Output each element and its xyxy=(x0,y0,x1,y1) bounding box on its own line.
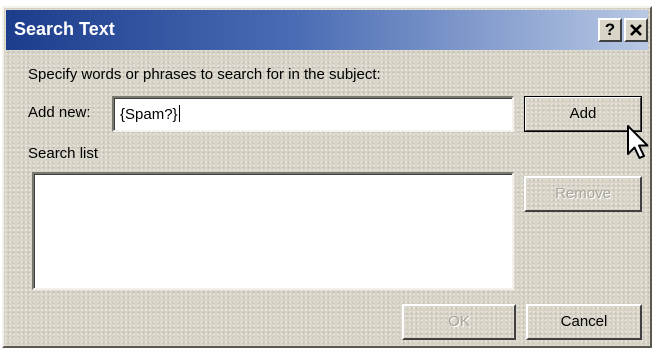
text-caret xyxy=(178,105,180,122)
remove-button[interactable]: Remove xyxy=(524,176,642,212)
close-button[interactable] xyxy=(624,18,648,42)
search-text-dialog: Search Text ? Specify words or phrases t… xyxy=(2,6,652,348)
window-title: Search Text xyxy=(14,19,115,39)
close-icon xyxy=(630,24,642,36)
mouse-pointer-icon xyxy=(627,125,649,159)
cancel-button[interactable]: Cancel xyxy=(526,304,642,340)
title-bar[interactable]: Search Text ? xyxy=(6,10,648,50)
ok-button[interactable]: OK xyxy=(402,304,516,340)
add-new-value: {Spam?} xyxy=(120,105,180,123)
add-new-label: Add new: xyxy=(28,104,91,121)
add-button[interactable]: Add xyxy=(524,96,642,132)
instruction-label: Specify words or phrases to search for i… xyxy=(28,66,381,83)
search-list-box[interactable] xyxy=(32,172,514,290)
search-list-label: Search list xyxy=(28,145,99,162)
add-new-input[interactable]: {Spam?} xyxy=(112,96,514,132)
help-button[interactable]: ? xyxy=(598,18,622,42)
